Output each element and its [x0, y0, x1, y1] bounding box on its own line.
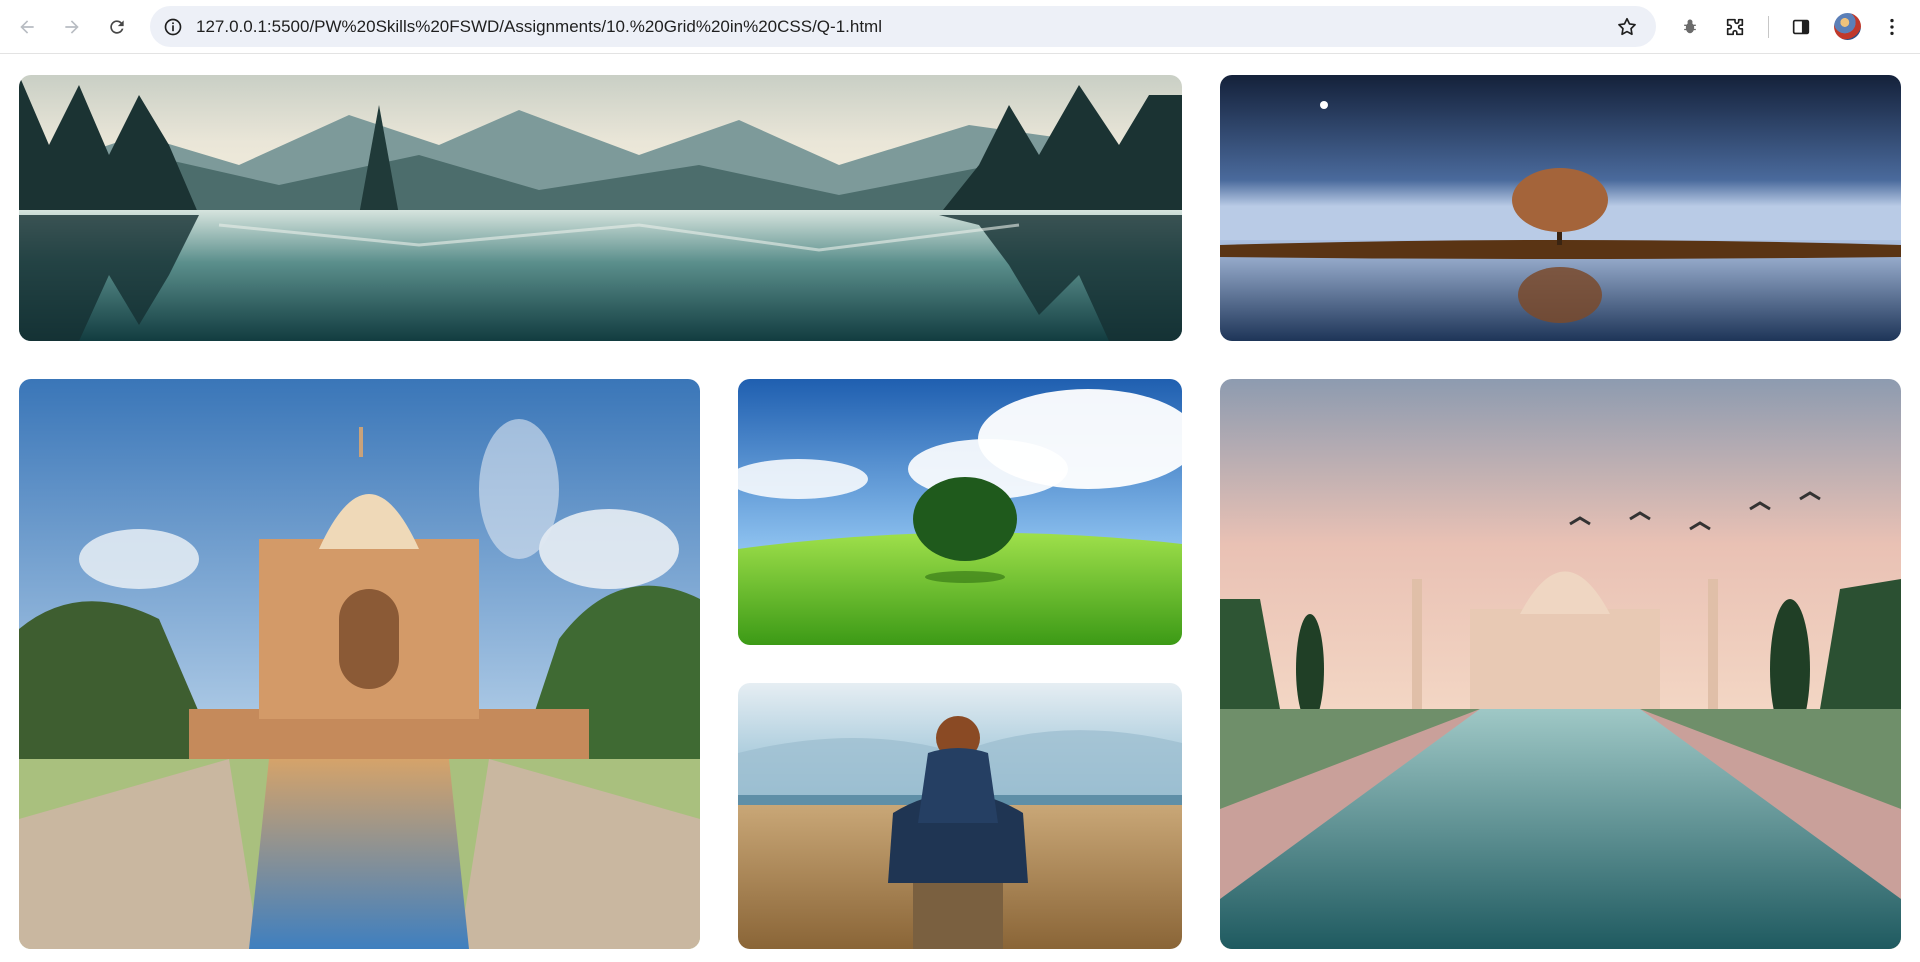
toolbar-divider [1768, 16, 1769, 38]
image-tomb-reflection [19, 379, 700, 949]
side-panel-button[interactable] [1787, 13, 1815, 41]
reload-button[interactable] [102, 12, 132, 42]
image-green-tree [738, 379, 1182, 645]
star-icon [1618, 17, 1636, 36]
forward-button[interactable] [57, 12, 87, 42]
back-button[interactable] [12, 12, 42, 42]
forward-icon [65, 20, 79, 34]
reload-icon [110, 20, 124, 34]
back-icon [20, 20, 34, 34]
kebab-menu-icon [1890, 18, 1894, 36]
image-man-in-field [738, 683, 1182, 949]
image-mountain-lake [19, 75, 1182, 341]
image-night-tree [1220, 75, 1901, 341]
side-panel-icon [1792, 19, 1810, 35]
browser-toolbar: 127.0.0.1:5500/PW%20Skills%20FSWD/Assign… [0, 0, 1920, 54]
extension-bug-icon [1684, 19, 1696, 34]
address-bar[interactable]: 127.0.0.1:5500/PW%20Skills%20FSWD/Assign… [150, 6, 1656, 47]
bookmark-button[interactable] [1614, 14, 1640, 40]
image-grid [19, 75, 1901, 949]
url-text[interactable]: 127.0.0.1:5500/PW%20Skills%20FSWD/Assign… [196, 17, 882, 37]
site-info-icon [164, 18, 182, 36]
profile-avatar[interactable] [1834, 13, 1861, 40]
extension-bug-button[interactable] [1676, 13, 1704, 41]
menu-button[interactable] [1878, 13, 1906, 41]
extensions-button[interactable] [1721, 13, 1749, 41]
image-taj-mahal [1220, 379, 1901, 949]
extensions-puzzle-icon [1726, 18, 1744, 36]
site-info-button[interactable] [160, 14, 186, 40]
